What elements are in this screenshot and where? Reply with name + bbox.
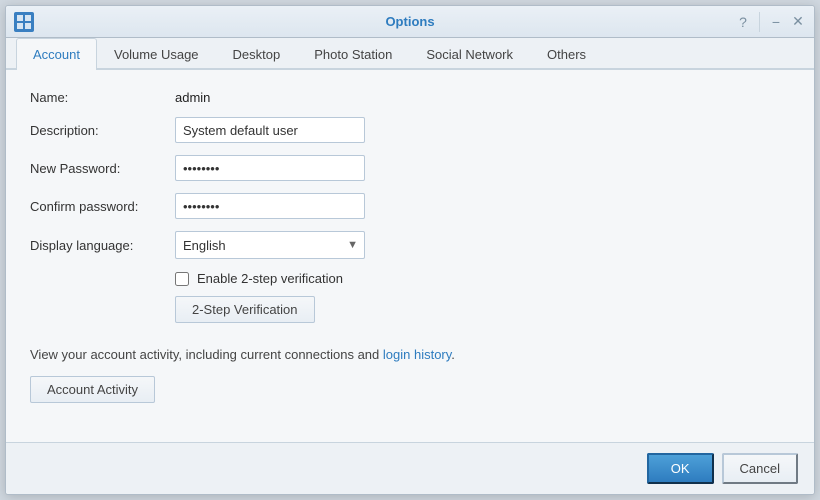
options-window: Options ? − ✕ Account Volume Usage Deskt…: [5, 5, 815, 495]
description-row: Description:: [30, 117, 790, 143]
activity-text-prefix: View your account activity, including cu…: [30, 347, 383, 362]
name-row: Name: admin: [30, 90, 790, 105]
help-button[interactable]: ?: [735, 14, 751, 30]
window-title: Options: [385, 14, 434, 29]
description-input[interactable]: [175, 117, 365, 143]
tab-desktop[interactable]: Desktop: [216, 38, 298, 70]
language-select-wrapper: English Chinese (Traditional) Chinese (S…: [175, 231, 365, 259]
enable-2step-row: Enable 2-step verification: [175, 271, 790, 286]
confirm-password-input[interactable]: [175, 193, 365, 219]
display-language-row: Display language: English Chinese (Tradi…: [30, 231, 790, 259]
title-bar-left: [14, 12, 34, 32]
confirm-password-label: Confirm password:: [30, 199, 175, 214]
language-select[interactable]: English Chinese (Traditional) Chinese (S…: [175, 231, 365, 259]
new-password-row: New Password:: [30, 155, 790, 181]
tab-photo-station[interactable]: Photo Station: [297, 38, 409, 70]
activity-description: View your account activity, including cu…: [30, 347, 790, 362]
cancel-button[interactable]: Cancel: [722, 453, 798, 484]
footer: OK Cancel: [6, 442, 814, 494]
app-icon: [14, 12, 34, 32]
tab-others[interactable]: Others: [530, 38, 603, 70]
enable-2step-checkbox[interactable]: [175, 272, 189, 286]
close-button[interactable]: ✕: [790, 14, 806, 30]
step-verification-row: 2-Step Verification: [30, 296, 790, 337]
window-controls: ? − ✕: [735, 12, 806, 32]
main-content: Name: admin Description: New Password: C…: [6, 70, 814, 442]
new-password-input[interactable]: [175, 155, 365, 181]
login-history-link[interactable]: login history: [383, 347, 451, 362]
tab-volume-usage[interactable]: Volume Usage: [97, 38, 216, 70]
account-activity-button[interactable]: Account Activity: [30, 376, 155, 403]
new-password-label: New Password:: [30, 161, 175, 176]
control-separator: [759, 12, 760, 32]
title-bar: Options ? − ✕: [6, 6, 814, 38]
display-language-label: Display language:: [30, 238, 175, 253]
step-verification-button[interactable]: 2-Step Verification: [175, 296, 315, 323]
name-label: Name:: [30, 90, 175, 105]
minimize-button[interactable]: −: [768, 14, 784, 30]
tab-social-network[interactable]: Social Network: [409, 38, 530, 70]
tab-bar: Account Volume Usage Desktop Photo Stati…: [6, 38, 814, 70]
ok-button[interactable]: OK: [647, 453, 714, 484]
name-value: admin: [175, 90, 210, 105]
activity-text-suffix: .: [451, 347, 455, 362]
enable-2step-label: Enable 2-step verification: [197, 271, 343, 286]
confirm-password-row: Confirm password:: [30, 193, 790, 219]
tab-account[interactable]: Account: [16, 38, 97, 70]
description-label: Description:: [30, 123, 175, 138]
